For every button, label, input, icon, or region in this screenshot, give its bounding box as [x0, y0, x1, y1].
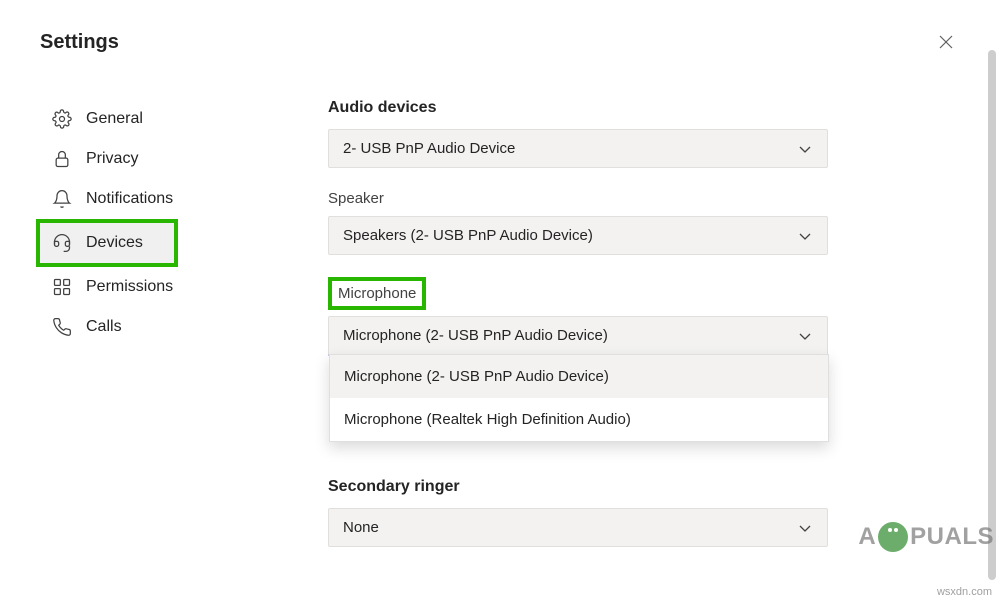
page-title: Settings: [40, 31, 119, 54]
close-icon: [939, 35, 953, 49]
sidebar-item-label: Permissions: [86, 278, 173, 296]
chevron-down-icon: [797, 520, 813, 536]
sidebar-item-devices[interactable]: Devices: [40, 223, 174, 263]
secondary-ringer-dropdown[interactable]: None: [328, 508, 828, 547]
content-area: Audio devices 2- USB PnP Audio Device Sp…: [280, 35, 958, 565]
speaker-label: Speaker: [328, 190, 918, 207]
sidebar: General Privacy Notifications: [40, 35, 280, 565]
speaker-dropdown[interactable]: Speakers (2- USB PnP Audio Device): [328, 216, 828, 255]
audio-device-dropdown[interactable]: 2- USB PnP Audio Device: [328, 129, 828, 168]
microphone-dropdown-list: Microphone (2- USB PnP Audio Device) Mic…: [329, 354, 829, 442]
sidebar-item-label: Privacy: [86, 150, 138, 168]
lock-icon: [52, 149, 72, 169]
secondary-ringer-value: None: [343, 519, 379, 536]
sidebar-item-privacy[interactable]: Privacy: [40, 139, 280, 179]
audio-device-value: 2- USB PnP Audio Device: [343, 140, 515, 157]
apps-icon: [52, 277, 72, 297]
microphone-option[interactable]: Microphone (2- USB PnP Audio Device): [330, 355, 828, 398]
secondary-ringer-heading: Secondary ringer: [328, 478, 918, 496]
sidebar-item-label: Notifications: [86, 190, 173, 208]
bell-icon: [52, 189, 72, 209]
sidebar-item-general[interactable]: General: [40, 99, 280, 139]
microphone-value: Microphone (2- USB PnP Audio Device): [343, 327, 608, 344]
watermark-avatar-icon: [878, 522, 908, 552]
headset-icon: [52, 233, 72, 253]
microphone-option[interactable]: Microphone (Realtek High Definition Audi…: [330, 398, 828, 441]
phone-icon: [52, 317, 72, 337]
sidebar-item-label: Devices: [86, 234, 143, 252]
sidebar-item-label: Calls: [86, 318, 122, 336]
sidebar-item-label: General: [86, 110, 143, 128]
chevron-down-icon: [797, 141, 813, 157]
chevron-down-icon: [797, 328, 813, 344]
audio-devices-heading: Audio devices: [328, 99, 918, 117]
url-watermark: wsxdn.com: [937, 586, 992, 598]
sidebar-item-notifications[interactable]: Notifications: [40, 179, 280, 219]
close-button[interactable]: [934, 30, 958, 54]
sidebar-item-calls[interactable]: Calls: [40, 307, 280, 347]
watermark: A PUALS: [858, 522, 994, 552]
speaker-value: Speakers (2- USB PnP Audio Device): [343, 227, 593, 244]
chevron-down-icon: [797, 228, 813, 244]
scrollbar[interactable]: [988, 50, 996, 580]
microphone-dropdown[interactable]: Microphone (2- USB PnP Audio Device) Mic…: [328, 316, 828, 356]
gear-icon: [52, 109, 72, 129]
microphone-label: Microphone: [328, 277, 426, 310]
sidebar-item-permissions[interactable]: Permissions: [40, 267, 280, 307]
